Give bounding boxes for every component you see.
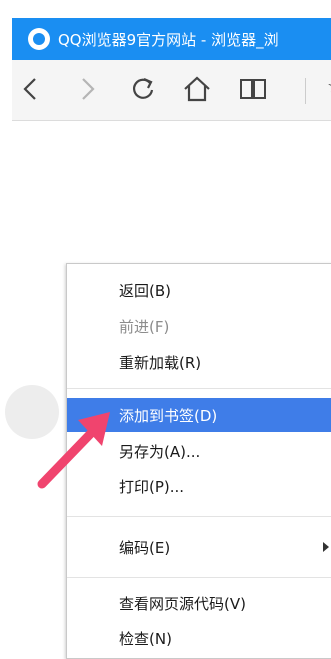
menu-separator bbox=[67, 388, 331, 389]
book-icon[interactable] bbox=[238, 74, 268, 104]
menu-separator bbox=[67, 516, 331, 517]
refresh-icon[interactable] bbox=[128, 74, 158, 104]
window-title: QQ浏览器9官方网站 - 浏览器_浏 bbox=[58, 30, 279, 49]
menu-item-reload[interactable]: 重新加载(R) bbox=[67, 345, 331, 379]
menu-item-encoding[interactable]: 编码(E) bbox=[67, 530, 331, 564]
star-icon[interactable]: ☆ bbox=[327, 76, 331, 102]
toolbar-divider bbox=[305, 78, 306, 104]
menu-item-forward: 前进(F) bbox=[119, 318, 170, 336]
chevron-right-icon[interactable] bbox=[72, 74, 102, 104]
menu-item-view-source[interactable]: 查看网页源代码(V) bbox=[67, 586, 331, 620]
qq-browser-logo-icon bbox=[28, 28, 50, 50]
menu-item-inspect[interactable]: 检查(N) bbox=[67, 621, 331, 655]
chevron-left-icon[interactable] bbox=[16, 74, 46, 104]
browser-titlebar: QQ浏览器9官方网站 - 浏览器_浏 bbox=[12, 18, 331, 60]
submenu-arrow-icon bbox=[323, 542, 329, 552]
menu-separator bbox=[67, 577, 331, 578]
browser-toolbar: ☆ bbox=[12, 60, 331, 121]
menu-item-back[interactable]: 返回(B) bbox=[67, 273, 331, 307]
annotation-arrow-icon bbox=[37, 412, 110, 489]
home-icon[interactable] bbox=[182, 74, 212, 104]
